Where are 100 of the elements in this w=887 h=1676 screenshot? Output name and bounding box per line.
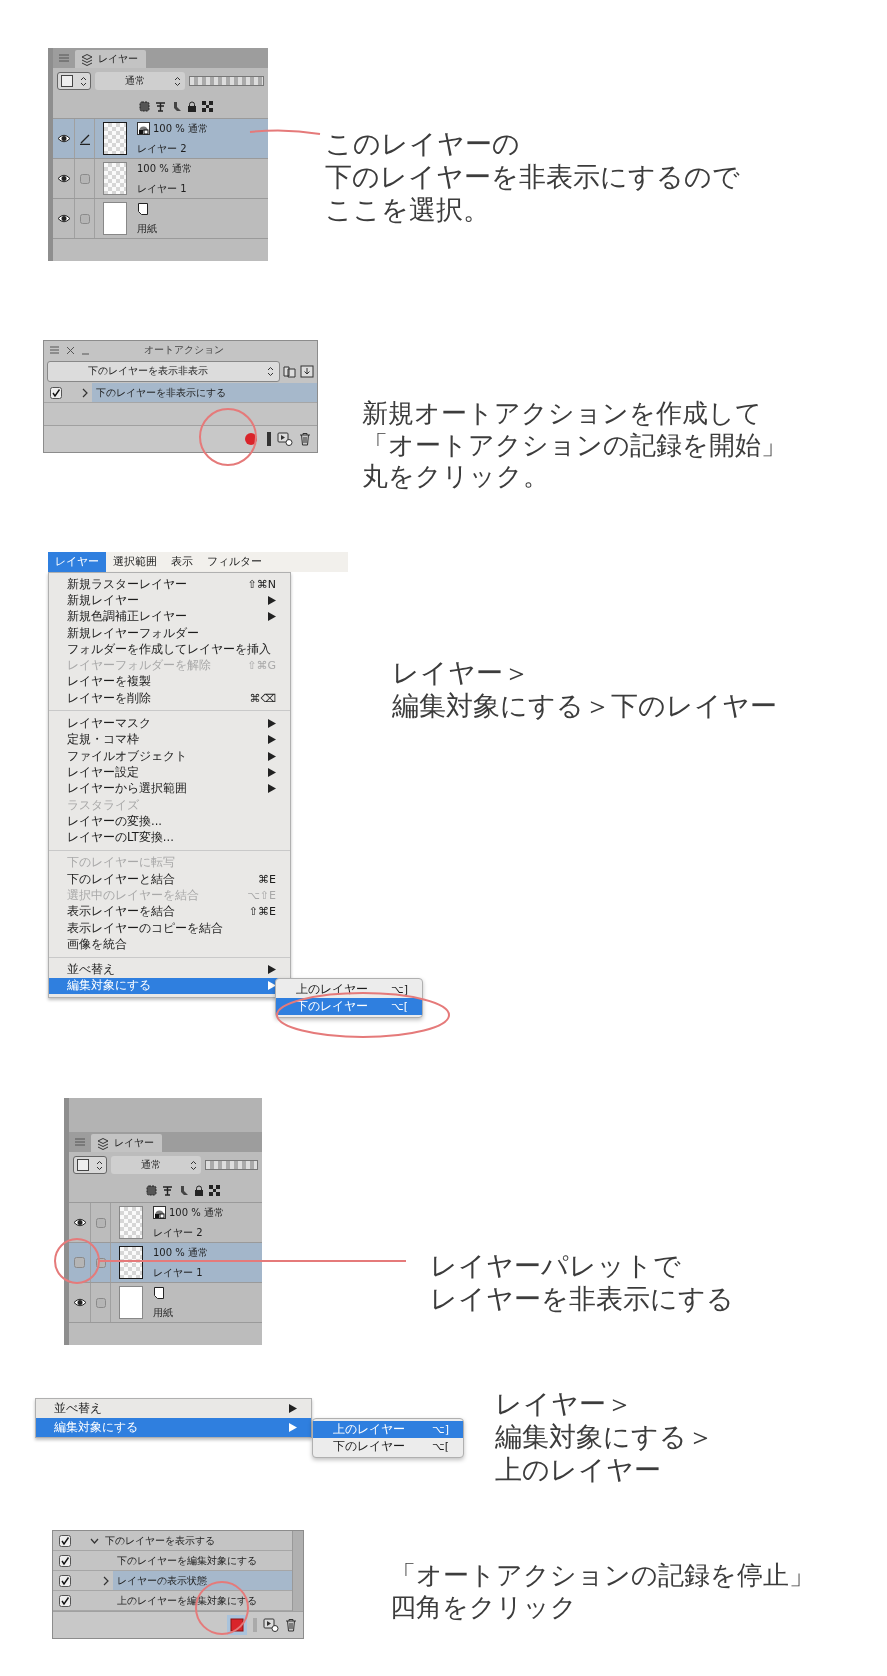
layer-mode: 100 % 通常: [153, 121, 208, 136]
menu-item[interactable]: 下のレイヤー ⌥[: [313, 1438, 463, 1455]
dashed-square-icon[interactable]: [146, 1184, 158, 1196]
scrollbar[interactable]: [292, 1531, 303, 1611]
layer-row[interactable]: 用紙: [69, 1282, 262, 1322]
checkbox[interactable]: [59, 1554, 71, 1567]
dashed-square-icon[interactable]: [139, 100, 150, 112]
action-item[interactable]: 下のレイヤーを表示する: [101, 1531, 292, 1550]
layer-row[interactable]: 100 % 通常 レイヤー 2: [53, 118, 268, 158]
add-action-icon[interactable]: [263, 1618, 279, 1632]
paper-icon: [153, 1285, 165, 1300]
instruction-text: 下のレイヤーを非表示にするので: [325, 160, 740, 194]
chevron-icon[interactable]: [101, 1575, 111, 1586]
menu-bar-item[interactable]: 選択範囲: [106, 552, 164, 572]
edit-checkbox[interactable]: [95, 1297, 106, 1308]
menu-item[interactable]: 新規レイヤー: [49, 592, 290, 609]
action-item[interactable]: 下のレイヤーを編集対象にする: [113, 1551, 292, 1570]
layers-tab[interactable]: レイヤー: [75, 50, 146, 68]
trash-icon[interactable]: [285, 1618, 297, 1632]
menu-item[interactable]: 表示レイヤーのコピーを結合: [49, 919, 290, 937]
updown-icon: [96, 1159, 103, 1171]
instruction-text: 編集対象にする＞下のレイヤー: [392, 689, 777, 723]
eye-icon[interactable]: [72, 1298, 87, 1307]
menu-item[interactable]: レイヤー設定: [49, 764, 290, 781]
instruction-text: 丸をクリック。: [362, 461, 549, 494]
shortcut: ⌥]: [391, 983, 408, 997]
blend-mode-select[interactable]: 通常: [111, 1156, 201, 1174]
menu-item[interactable]: レイヤーのLT変換...: [49, 829, 290, 846]
trash-icon[interactable]: [299, 432, 311, 446]
edit-checkbox[interactable]: [79, 173, 90, 184]
menu-item[interactable]: 画像を統合: [49, 936, 290, 953]
color-dropdown[interactable]: [57, 72, 91, 90]
menu-item[interactable]: 上のレイヤー ⌥]: [313, 1421, 463, 1438]
menu-item[interactable]: 下のレイヤー ⌥[: [276, 998, 422, 1016]
folders-icon[interactable]: [283, 364, 297, 378]
action-item[interactable]: レイヤーの表示状態: [113, 1571, 292, 1590]
hidden-checkbox[interactable]: [74, 1257, 85, 1268]
layer-name: レイヤー 2: [137, 141, 188, 156]
menu-item[interactable]: フォルダーを作成してレイヤーを挿入: [49, 641, 290, 658]
layer-thumbnail: [119, 1246, 143, 1279]
menu-item[interactable]: 新規色調補正レイヤー: [49, 608, 290, 625]
menu-item[interactable]: 表示レイヤーを結合 ⇧⌘E: [49, 903, 290, 920]
layers-tab[interactable]: レイヤー: [91, 1134, 162, 1152]
menu-item[interactable]: 新規レイヤーフォルダー: [49, 624, 290, 642]
add-action-icon[interactable]: [277, 432, 293, 446]
menu-item[interactable]: 下のレイヤーと結合 ⌘E: [49, 871, 290, 888]
updown-icon: [190, 1159, 197, 1171]
tower-icon[interactable]: [162, 1184, 174, 1196]
eye-icon[interactable]: [56, 174, 71, 183]
shortcut: ⇧⌘E: [248, 905, 276, 919]
lock-icon[interactable]: [187, 100, 197, 112]
menu-item[interactable]: レイヤーから選択範囲: [49, 780, 290, 797]
menu-item[interactable]: レイヤーの変換...: [49, 813, 290, 830]
lock-icon[interactable]: [194, 1184, 205, 1196]
instruction-text: このレイヤーの: [325, 128, 520, 161]
edit-checkbox[interactable]: [95, 1217, 106, 1228]
panel-title: オートアクション: [143, 343, 225, 357]
opacity-bar[interactable]: [205, 1160, 258, 1170]
menu-item[interactable]: ファイルオブジェクト: [49, 747, 290, 765]
checkbox[interactable]: [59, 1534, 71, 1547]
menu-bar-item[interactable]: フィルター: [200, 552, 269, 572]
edit-checkbox[interactable]: [95, 1257, 106, 1268]
layer-row[interactable]: 100 % 通常 レイヤー 1: [53, 158, 268, 198]
layer-row[interactable]: 100 % 通常 レイヤー 1: [69, 1242, 262, 1282]
pen-icon[interactable]: [78, 132, 91, 145]
layer-name: 用紙: [153, 1305, 174, 1320]
action-set-select[interactable]: 下のレイヤーを表示非表示: [47, 360, 280, 382]
menu-item[interactable]: 新規ラスターレイヤー ⇧⌘N: [49, 576, 290, 593]
menu-item[interactable]: 編集対象にする: [36, 1418, 311, 1437]
menu-item[interactable]: 定規・コマ枠: [49, 731, 290, 748]
checkbox[interactable]: [50, 386, 62, 399]
opacity-bar[interactable]: [189, 76, 264, 86]
menu-item[interactable]: レイヤーを複製: [49, 673, 290, 691]
download-icon[interactable]: [300, 364, 314, 378]
action-item[interactable]: 上のレイヤーを編集対象にする: [113, 1591, 292, 1610]
chevron-icon[interactable]: [80, 387, 90, 398]
blend-mode-select[interactable]: 通常: [95, 72, 185, 90]
menu-item[interactable]: レイヤーマスク: [49, 715, 290, 732]
shortcut: ⌥[: [391, 1000, 408, 1014]
checkbox[interactable]: [59, 1574, 71, 1587]
menu-item[interactable]: レイヤーを削除 ⌘⌫: [49, 690, 290, 707]
menu-item[interactable]: 並べ替え: [36, 1399, 311, 1418]
close-icon[interactable]: [66, 345, 75, 355]
tower-icon[interactable]: [155, 100, 166, 112]
menu-bar-item[interactable]: 表示: [164, 552, 200, 572]
eye-icon[interactable]: [56, 214, 71, 223]
action-item[interactable]: 下のレイヤーを非表示にする: [92, 383, 317, 402]
layer-thumbnail: [103, 122, 127, 155]
instruction-text: 「オートアクションの記録を開始」: [362, 429, 787, 462]
menu-item[interactable]: 並べ替え: [49, 961, 290, 978]
edit-checkbox[interactable]: [79, 213, 90, 224]
color-dropdown[interactable]: [73, 1156, 107, 1174]
layer-row[interactable]: 用紙: [53, 198, 268, 238]
checker-icon[interactable]: [209, 1184, 221, 1196]
instruction-text: 「オートアクションの記録を停止」: [390, 1560, 815, 1592]
checker-icon[interactable]: [202, 100, 213, 112]
eye-icon[interactable]: [56, 134, 71, 143]
eye-icon[interactable]: [72, 1218, 87, 1227]
menu-bar-item[interactable]: レイヤー: [48, 552, 106, 572]
checkbox[interactable]: [59, 1594, 71, 1607]
